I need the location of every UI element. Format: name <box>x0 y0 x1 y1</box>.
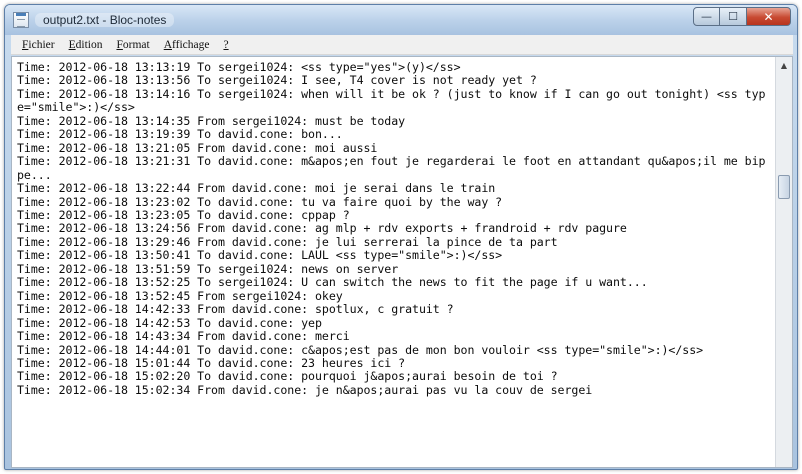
menu-help[interactable]: ? <box>216 39 235 51</box>
text-line: Time: 2012-06-18 13:52:45 From sergei102… <box>17 288 343 303</box>
text-line: Time: 2012-06-18 14:44:01 To david.cone:… <box>17 342 704 357</box>
title-bar[interactable]: output2.txt - Bloc-notes — ☐ ✕ <box>5 5 797 35</box>
vertical-scrollbar[interactable]: ▲ <box>775 57 792 467</box>
text-content[interactable]: Time: 2012-06-18 13:13:19 To sergei1024:… <box>12 57 776 467</box>
scrollbar-thumb[interactable] <box>778 175 790 199</box>
text-line: Time: 2012-06-18 13:50:41 To david.cone:… <box>17 248 503 263</box>
text-line: Time: 2012-06-18 14:43:34 From david.con… <box>17 329 350 344</box>
notepad-window: output2.txt - Bloc-notes — ☐ ✕ Fichier E… <box>4 4 798 470</box>
text-line: Time: 2012-06-18 15:02:20 To david.cone:… <box>17 369 558 384</box>
text-line: Time: 2012-06-18 13:23:05 To david.cone:… <box>17 207 350 222</box>
scroll-up-arrow-icon[interactable]: ▲ <box>776 57 792 73</box>
text-line: Time: 2012-06-18 13:24:56 From david.con… <box>17 221 627 236</box>
window-controls: — ☐ ✕ <box>693 7 791 27</box>
menu-edition[interactable]: Edition <box>62 39 110 51</box>
text-line: Time: 2012-06-18 14:42:33 From david.con… <box>17 302 454 317</box>
notepad-app-icon[interactable] <box>13 12 29 28</box>
text-line: Time: 2012-06-18 15:01:44 To david.cone:… <box>17 355 406 370</box>
text-line: Time: 2012-06-18 13:19:39 To david.cone:… <box>17 127 343 142</box>
menu-bar: Fichier Edition Format Affichage ? <box>11 35 793 55</box>
text-line: Time: 2012-06-18 13:21:05 From david.con… <box>17 140 378 155</box>
text-line: Time: 2012-06-18 13:22:44 From david.con… <box>17 181 496 196</box>
window-title: output2.txt - Bloc-notes <box>35 13 175 27</box>
text-line: Time: 2012-06-18 13:51:59 To sergei1024:… <box>17 261 399 276</box>
menu-affichage[interactable]: Affichage <box>157 39 217 51</box>
menu-fichier[interactable]: Fichier <box>15 39 62 51</box>
text-line: Time: 2012-06-18 14:42:53 To david.cone:… <box>17 315 322 330</box>
text-line: Time: 2012-06-18 13:13:19 To sergei1024:… <box>17 60 461 74</box>
text-line: Time: 2012-06-18 13:21:31 To david.cone:… <box>17 154 766 182</box>
minimize-button[interactable]: — <box>693 7 720 26</box>
text-line: Time: 2012-06-18 13:14:35 From sergei102… <box>17 113 406 128</box>
maximize-button[interactable]: ☐ <box>720 7 747 26</box>
text-editor[interactable]: Time: 2012-06-18 13:13:19 To sergei1024:… <box>11 56 793 468</box>
text-line: Time: 2012-06-18 13:29:46 From david.con… <box>17 234 558 249</box>
text-line: Time: 2012-06-18 15:02:34 From david.con… <box>17 382 593 397</box>
menu-format[interactable]: Format <box>109 39 156 51</box>
text-line: Time: 2012-06-18 13:52:25 To sergei1024:… <box>17 275 648 290</box>
text-line: Time: 2012-06-18 13:23:02 To david.cone:… <box>17 194 503 209</box>
close-button[interactable]: ✕ <box>747 7 791 26</box>
text-line: Time: 2012-06-18 13:13:56 To sergei1024:… <box>17 73 537 88</box>
text-line: Time: 2012-06-18 13:14:16 To sergei1024:… <box>17 86 766 115</box>
